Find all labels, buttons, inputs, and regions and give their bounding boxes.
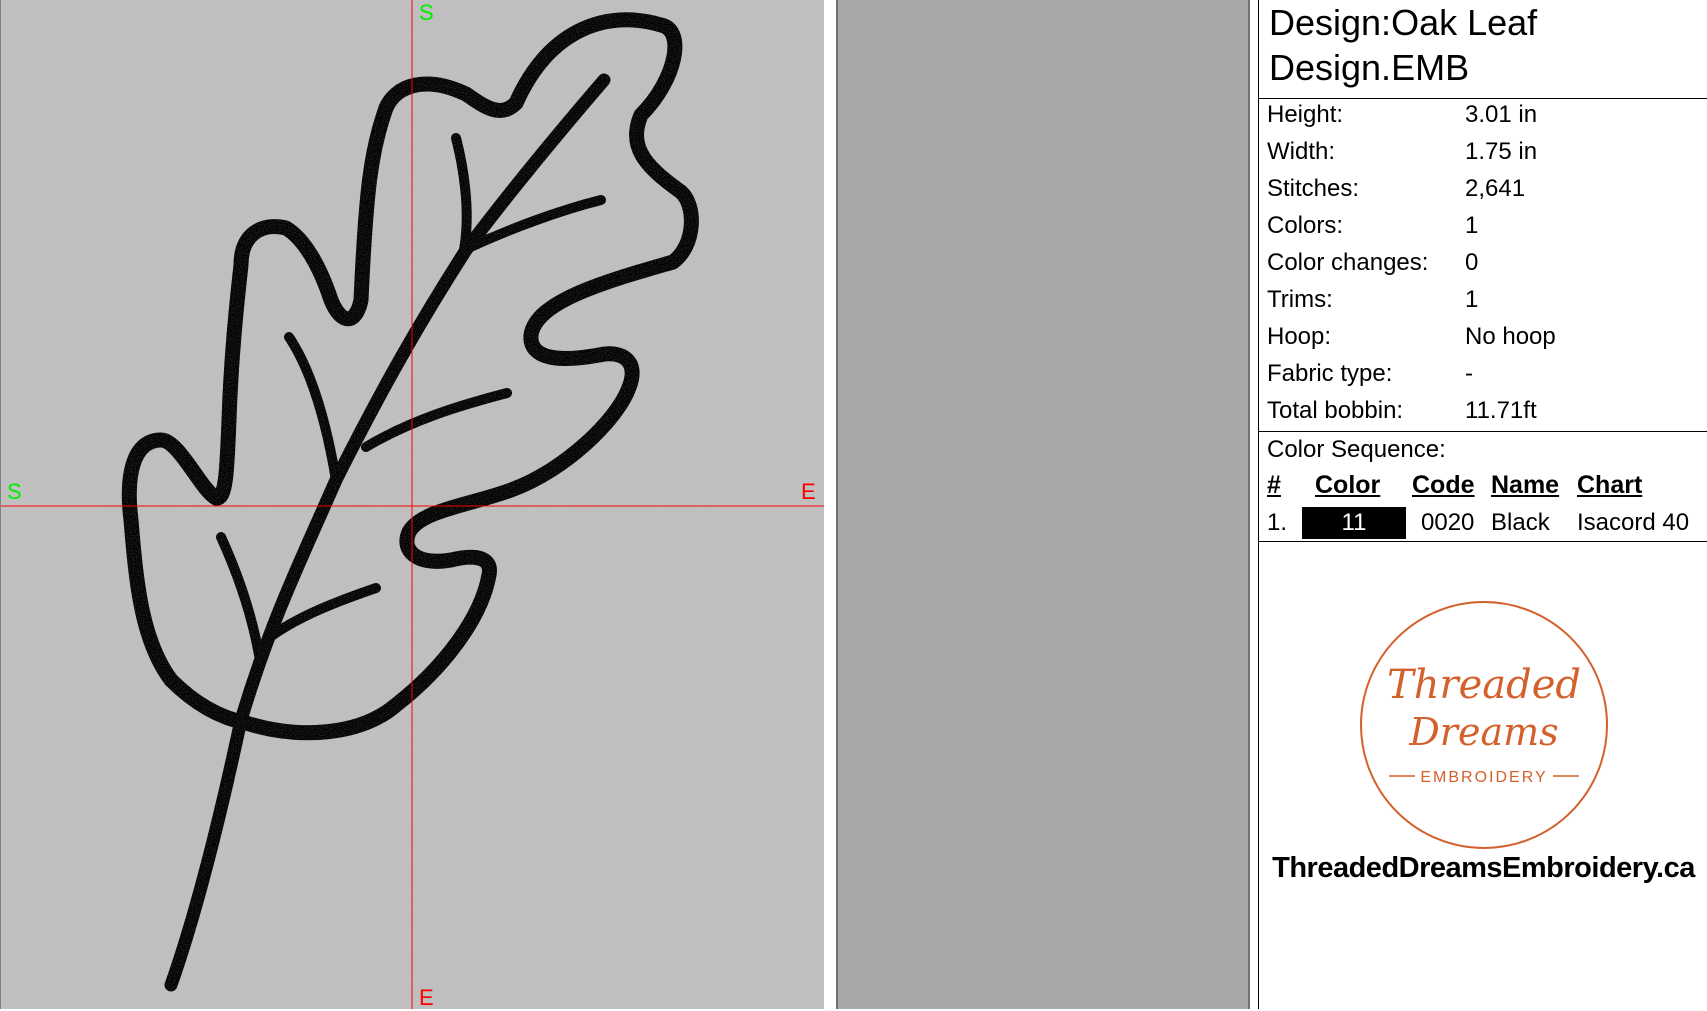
stat-value: 0 (1465, 249, 1479, 276)
stat-row: Stitches: 2,641 (1267, 175, 1707, 212)
design-info-panel: Design:Oak Leaf Design.EMB Height: 3.01 i… (1258, 0, 1707, 1009)
logo-line1: Threaded (1387, 662, 1581, 708)
empty-gray-panel (836, 0, 1250, 1009)
stat-value: 11.71ft (1465, 397, 1537, 424)
thread-name: Black (1491, 509, 1550, 536)
stat-value: No hoop (1465, 323, 1556, 350)
stat-row: Hoop: No hoop (1267, 323, 1707, 360)
logo-emblem: Threaded Dreams EMBROIDERY (1360, 601, 1608, 849)
oak-leaf-embroidery (1, 0, 825, 1009)
stat-value: 1.75 in (1465, 138, 1538, 165)
stat-label: Total bobbin: (1267, 397, 1404, 424)
stat-value: - (1465, 360, 1473, 387)
col-header-num: # (1267, 471, 1281, 499)
color-sequence-title: Color Sequence: (1267, 436, 1446, 463)
thread-chart: Isacord 40 (1577, 509, 1690, 536)
left-start-marker: S (7, 479, 22, 504)
stat-row: Height: 3.01 in (1267, 101, 1707, 138)
design-canvas[interactable]: S E S E (0, 0, 825, 1010)
col-header-color: Color (1315, 471, 1381, 499)
logo-line3: EMBROIDERY (1420, 769, 1547, 786)
stat-row: Trims: 1 (1267, 286, 1707, 323)
color-swatch: 11 (1302, 507, 1406, 539)
panel-divider (824, 0, 836, 1009)
thread-code: 0020 (1421, 509, 1475, 536)
stat-label: Hoop: (1267, 323, 1332, 350)
design-title: Design:Oak Leaf (1269, 2, 1538, 43)
design-filename: Design.EMB (1269, 47, 1470, 88)
stat-row: Colors: 1 (1267, 212, 1707, 249)
divider (1259, 98, 1707, 99)
stat-label: Height: (1267, 101, 1344, 128)
stat-value: 1 (1465, 286, 1479, 313)
stat-row: Total bobbin: 11.71ft (1267, 397, 1707, 434)
stat-label: Fabric type: (1267, 360, 1393, 387)
logo-line2: Dreams (1408, 710, 1558, 754)
bottom-end-marker: E (419, 985, 434, 1010)
divider (1259, 431, 1707, 432)
stat-row: Fabric type: - (1267, 360, 1707, 397)
leaf-stitches (121, 12, 699, 992)
stat-label: Colors: (1267, 212, 1344, 239)
stat-label: Trims: (1267, 286, 1333, 313)
stat-label: Color changes: (1267, 249, 1429, 276)
col-header-name: Name (1491, 471, 1560, 499)
stat-value: 1 (1465, 212, 1479, 239)
top-start-marker: S (419, 0, 434, 25)
col-header-chart: Chart (1577, 471, 1643, 499)
right-end-marker: E (801, 479, 816, 504)
stat-value: 2,641 (1465, 175, 1526, 202)
website-url: ThreadedDreamsEmbroidery.ca (1272, 852, 1695, 884)
stat-label: Stitches: (1267, 175, 1360, 202)
stat-value: 3.01 in (1465, 101, 1538, 128)
stat-row: Width: 1.75 in (1267, 138, 1707, 175)
row-number: 1. (1267, 509, 1288, 536)
stat-row: Color changes: 0 (1267, 249, 1707, 286)
stat-label: Width: (1267, 138, 1336, 165)
divider (1259, 541, 1707, 542)
col-header-code: Code (1412, 471, 1475, 499)
threaded-dreams-logo: Threaded Dreams EMBROIDERY (1349, 600, 1619, 850)
